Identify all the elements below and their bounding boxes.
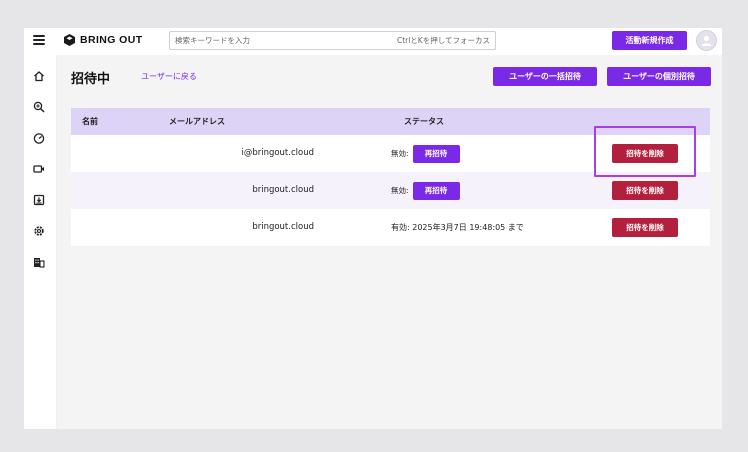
row-status: 無効: 再招待 xyxy=(391,135,460,172)
settings-icon[interactable] xyxy=(32,224,46,238)
delete-invite-button[interactable]: 招待を削除 xyxy=(612,181,678,200)
highlight-box xyxy=(594,126,696,177)
single-invite-button[interactable]: ユーザーの個別招待 xyxy=(607,67,711,86)
row-email: bringout.cloud xyxy=(252,222,314,232)
home-icon[interactable] xyxy=(32,69,46,83)
search-placeholder: 検索キーワードを入力 xyxy=(175,36,250,45)
dashboard-icon[interactable] xyxy=(32,131,46,145)
avatar[interactable] xyxy=(696,30,717,51)
sidebar xyxy=(24,55,57,429)
top-bar: BRING OUT 検索キーワードを入力 CtrlとKを押してフォーカス 活動新… xyxy=(24,28,722,55)
download-icon[interactable] xyxy=(32,193,46,207)
table-row: bringout.cloud 有効: 2025年3月7日 19:48:05 まで… xyxy=(71,209,710,246)
building-icon[interactable] xyxy=(32,255,46,269)
main-content: 招待中 ユーザーに戻る ユーザーの一括招待 ユーザーの個別招待 名前 メールアド… xyxy=(57,55,722,429)
reinvite-button[interactable]: 再招待 xyxy=(412,181,460,200)
table-row: bringout.cloud 無効: 再招待 招待を削除 xyxy=(71,172,710,209)
delete-invite-button[interactable]: 招待を削除 xyxy=(612,218,678,237)
new-activity-button[interactable]: 活動新規作成 xyxy=(612,31,687,50)
bulk-invite-button[interactable]: ユーザーの一括招待 xyxy=(493,67,597,86)
column-header-name: 名前 xyxy=(82,117,98,126)
logo-mark-icon xyxy=(64,34,75,46)
logo[interactable]: BRING OUT xyxy=(64,34,143,46)
status-text: 有効: 2025年3月7日 19:48:05 まで xyxy=(391,223,524,232)
back-to-users-link[interactable]: ユーザーに戻る xyxy=(141,71,197,82)
logo-text: BRING OUT xyxy=(80,34,143,46)
menu-icon[interactable] xyxy=(33,35,45,45)
search-zoom-icon[interactable] xyxy=(32,100,46,114)
row-status: 無効: 再招待 xyxy=(391,172,460,209)
status-text: 無効: xyxy=(391,149,409,158)
page-title: 招待中 xyxy=(71,72,111,87)
user-icon xyxy=(701,35,712,46)
row-email: bringout.cloud xyxy=(252,185,314,195)
search-input[interactable]: 検索キーワードを入力 CtrlとKを押してフォーカス xyxy=(169,31,496,50)
reinvite-button[interactable]: 再招待 xyxy=(412,144,460,163)
column-header-status: ステータス xyxy=(404,117,444,126)
app-window: BRING OUT 検索キーワードを入力 CtrlとKを押してフォーカス 活動新… xyxy=(24,28,722,429)
status-text: 無効: xyxy=(391,186,409,195)
video-icon[interactable] xyxy=(32,162,46,176)
column-header-email: メールアドレス xyxy=(169,117,225,126)
search-shortcut-hint: CtrlとKを押してフォーカス xyxy=(396,36,490,45)
row-email: i@bringout.cloud xyxy=(241,148,314,158)
row-status: 有効: 2025年3月7日 19:48:05 まで xyxy=(391,209,524,246)
